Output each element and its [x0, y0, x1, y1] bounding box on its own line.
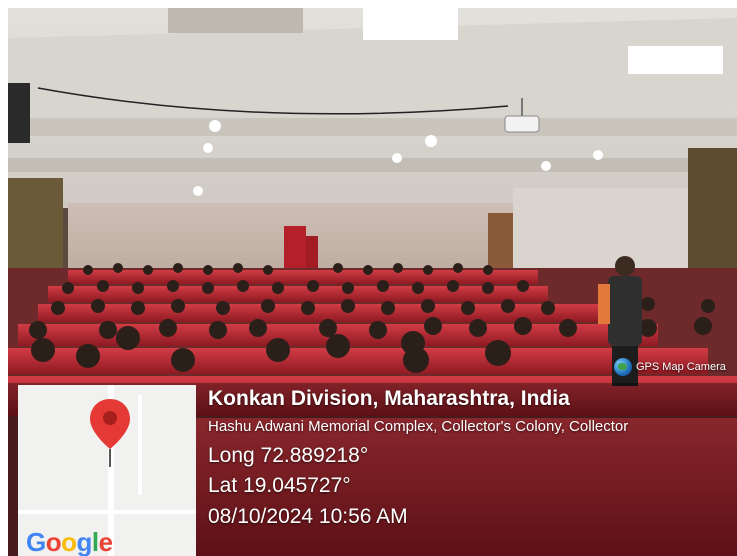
gps-map-camera-badge: GPS Map Camera: [614, 356, 726, 378]
google-logo: Google: [26, 527, 113, 556]
map-road: [138, 395, 142, 495]
ceiling-spotlight: [193, 186, 203, 196]
photo-frame: GPS Map Camera Google Konkan Division, M…: [8, 8, 737, 556]
ceiling-spotlight: [392, 153, 402, 163]
longitude-text: Long 72.889218°: [208, 444, 369, 467]
ac-vent: [168, 8, 303, 33]
latitude-text: Lat 19.045727°: [208, 474, 351, 497]
ceiling-spotlight: [425, 135, 437, 147]
ceiling-spotlight: [593, 150, 603, 160]
location-info: Konkan Division, Maharashtra, India Hash…: [208, 385, 628, 529]
wall-speaker: [8, 83, 30, 143]
ceiling-spotlight: [541, 161, 551, 171]
projector: [504, 115, 540, 133]
stacked-chairs: [284, 226, 306, 271]
ceiling-beam: [8, 158, 737, 172]
globe-icon: [614, 358, 632, 376]
map-thumbnail: Google: [18, 385, 196, 556]
ceiling-light-panel: [363, 8, 458, 40]
ceiling-beam: [8, 118, 737, 136]
datetime-text: 08/10/2024 10:56 AM: [208, 505, 408, 528]
ceiling-spotlight: [203, 143, 213, 153]
ceiling-light-panel: [628, 46, 723, 74]
map-road: [18, 510, 196, 514]
location-title: Konkan Division, Maharashtra, India: [208, 387, 570, 410]
ceiling-spotlight: [209, 120, 221, 132]
location-address: Hashu Adwani Memorial Complex, Collector…: [208, 418, 629, 435]
location-pin-icon: [90, 399, 130, 467]
gps-badge-label: GPS Map Camera: [636, 361, 726, 373]
stacked-chairs: [306, 236, 318, 271]
